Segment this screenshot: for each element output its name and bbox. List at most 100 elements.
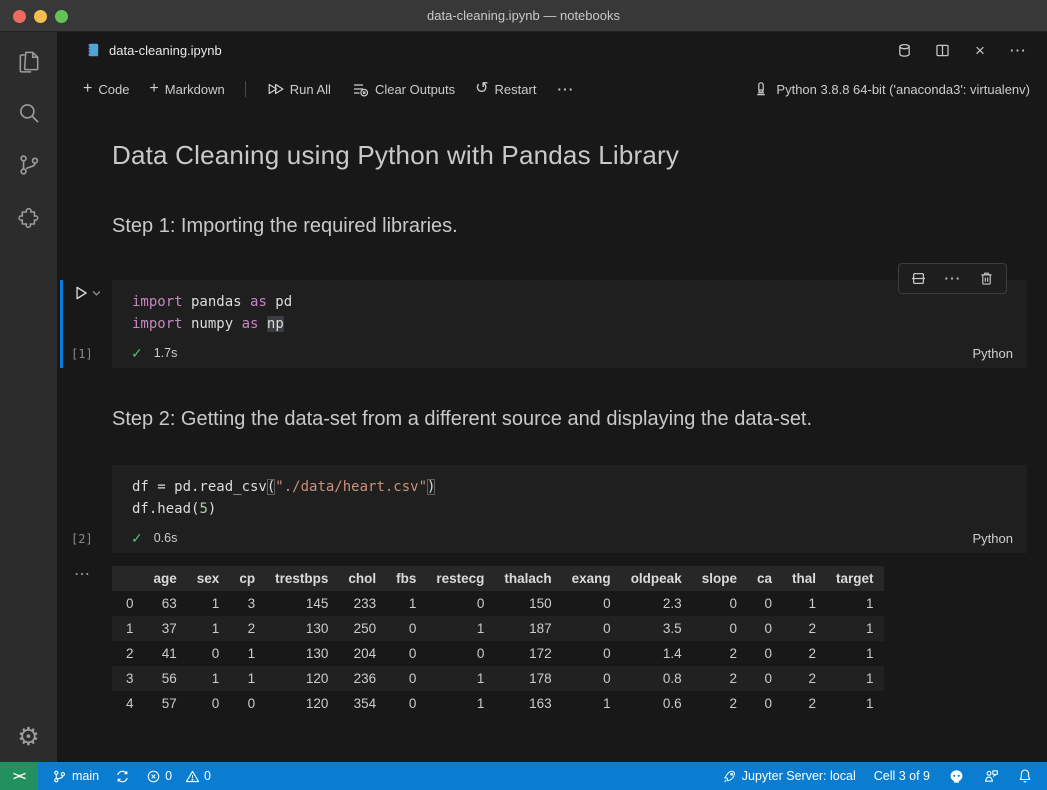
settings-gear-icon[interactable]: ⚙ bbox=[16, 724, 42, 750]
activity-bar: ⚙ bbox=[0, 32, 57, 762]
dataframe-header: agesexcptrestbpscholfbsrestecgthalachexa… bbox=[112, 566, 884, 591]
sync-button[interactable] bbox=[115, 769, 130, 784]
code-line[interactable]: import numpy as np bbox=[132, 313, 1027, 335]
extensions-icon[interactable] bbox=[16, 204, 42, 230]
table-cell: 1 bbox=[426, 616, 494, 641]
delete-cell-icon[interactable] bbox=[978, 270, 995, 287]
sync-icon bbox=[115, 769, 130, 784]
code-token: ) bbox=[427, 479, 435, 495]
output-more-actions-icon[interactable]: ⋯ bbox=[74, 564, 91, 584]
branch-name: main bbox=[72, 769, 99, 783]
copilot-status-icon[interactable] bbox=[948, 768, 965, 785]
table-header-cell: sex bbox=[187, 566, 230, 591]
restart-button[interactable]: ↺ Restart bbox=[467, 77, 544, 101]
table-cell: 2 bbox=[112, 641, 144, 666]
cell-language[interactable]: Python bbox=[973, 346, 1013, 361]
toolbar-more-actions-icon[interactable]: ⋯ bbox=[548, 77, 582, 102]
add-markdown-cell-button[interactable]: + Markdown bbox=[141, 77, 232, 101]
code-line[interactable]: df = pd.read_csv("./data/heart.csv") bbox=[132, 476, 1027, 498]
markdown-step1: Step 1: Importing the required libraries… bbox=[112, 215, 1027, 238]
table-cell: 2 bbox=[692, 666, 747, 691]
code-line[interactable]: df.head(5) bbox=[132, 498, 1027, 520]
cell-status-bar: ✓ 0.6s Python bbox=[112, 523, 1027, 553]
titlebar: data-cleaning.ipynb — notebooks bbox=[0, 0, 1047, 32]
remote-indicator[interactable]: >< bbox=[0, 762, 38, 790]
table-cell: 2.3 bbox=[621, 591, 692, 616]
table-cell: 145 bbox=[265, 591, 338, 616]
tab-data-cleaning[interactable]: data-cleaning.ipynb bbox=[85, 42, 222, 58]
table-row: 356111202360117800.82021 bbox=[112, 666, 884, 691]
source-control-icon[interactable] bbox=[16, 152, 42, 178]
close-window-button[interactable] bbox=[13, 10, 26, 23]
table-cell: 0 bbox=[562, 666, 621, 691]
code-token: ) bbox=[208, 501, 216, 517]
split-editor-icon[interactable] bbox=[933, 41, 951, 59]
table-cell: 0 bbox=[187, 641, 230, 666]
run-all-button[interactable]: Run All bbox=[258, 76, 339, 102]
table-cell: 0.8 bbox=[621, 666, 692, 691]
table-cell: 1.4 bbox=[621, 641, 692, 666]
add-code-cell-button[interactable]: + Code bbox=[75, 77, 137, 101]
cell-more-actions-icon[interactable]: ⋯ bbox=[944, 270, 961, 287]
table-cell: 178 bbox=[494, 666, 561, 691]
feedback-icon[interactable] bbox=[983, 768, 999, 784]
table-cell: 3.5 bbox=[621, 616, 692, 641]
kernel-picker[interactable]: Python 3.8.8 64-bit ('anaconda3': virtua… bbox=[753, 81, 1030, 97]
clear-outputs-button[interactable]: Clear Outputs bbox=[343, 76, 463, 102]
cell-position-label: Cell 3 of 9 bbox=[874, 769, 930, 783]
output-gutter: ⋯ bbox=[57, 566, 112, 716]
variables-view-icon[interactable] bbox=[895, 41, 913, 59]
tab-label: data-cleaning.ipynb bbox=[109, 43, 222, 58]
table-cell: 130 bbox=[265, 641, 338, 666]
cell-duration: 1.7s bbox=[154, 346, 178, 360]
editor-more-actions-icon[interactable]: ⋯ bbox=[1009, 41, 1027, 59]
close-tab-icon[interactable]: × bbox=[971, 41, 989, 59]
table-cell: 2 bbox=[692, 641, 747, 666]
feedback-person-icon bbox=[983, 768, 999, 784]
cell-language[interactable]: Python bbox=[973, 531, 1013, 546]
code-token: import bbox=[132, 316, 183, 332]
table-header-cell: fbs bbox=[386, 566, 426, 591]
dataframe-table: agesexcptrestbpscholfbsrestecgthalachexa… bbox=[112, 566, 884, 716]
notebook-body: Data Cleaning using Python with Pandas L… bbox=[57, 110, 1047, 762]
code-token: numpy bbox=[183, 316, 242, 332]
cell-gutter: [2] bbox=[57, 465, 112, 553]
table-cell: 1 bbox=[826, 591, 884, 616]
table-row: 137121302500118703.50021 bbox=[112, 616, 884, 641]
code-token: df = pd.read_csv bbox=[132, 479, 267, 495]
table-header-cell: slope bbox=[692, 566, 747, 591]
code-editor[interactable]: df = pd.read_csv("./data/heart.csv")df.h… bbox=[112, 465, 1027, 523]
clear-outputs-label: Clear Outputs bbox=[375, 82, 455, 97]
table-cell: 0 bbox=[692, 616, 747, 641]
minimize-window-button[interactable] bbox=[34, 10, 47, 23]
markdown-title: Data Cleaning using Python with Pandas L… bbox=[112, 140, 1027, 171]
zoom-window-button[interactable] bbox=[55, 10, 68, 23]
jupyter-server-item[interactable]: Jupyter Server: local bbox=[722, 769, 856, 784]
run-cell-button[interactable] bbox=[72, 284, 101, 302]
cell-editor: import pandas as pdimport numpy as np ✓ … bbox=[112, 280, 1027, 368]
cell-duration: 0.6s bbox=[154, 531, 178, 545]
table-cell: 1 bbox=[826, 691, 884, 716]
table-header-cell: thal bbox=[782, 566, 826, 591]
plus-icon: + bbox=[149, 81, 158, 97]
code-editor[interactable]: import pandas as pdimport numpy as np bbox=[112, 280, 1027, 338]
code-token: df.head( bbox=[132, 501, 199, 517]
table-cell: 0 bbox=[562, 641, 621, 666]
split-cell-icon[interactable] bbox=[910, 270, 927, 287]
explorer-icon[interactable] bbox=[16, 48, 42, 74]
table-header-cell: trestbps bbox=[265, 566, 338, 591]
status-bar: >< main bbox=[0, 762, 1047, 790]
execution-count: [1] bbox=[71, 347, 93, 361]
problems-item[interactable]: 0 0 bbox=[146, 769, 211, 784]
table-cell: 2 bbox=[782, 616, 826, 641]
tab-bar: data-cleaning.ipynb bbox=[57, 32, 1047, 68]
success-check-icon: ✓ bbox=[131, 345, 143, 362]
notifications-bell-icon[interactable] bbox=[1017, 768, 1033, 784]
git-branch-item[interactable]: main bbox=[52, 769, 99, 784]
table-cell: 1 bbox=[112, 616, 144, 641]
warning-icon bbox=[185, 769, 200, 784]
table-cell: 0 bbox=[562, 591, 621, 616]
code-line[interactable]: import pandas as pd bbox=[132, 291, 1027, 313]
cell-position-indicator[interactable]: Cell 3 of 9 bbox=[874, 769, 930, 783]
search-icon[interactable] bbox=[16, 100, 42, 126]
